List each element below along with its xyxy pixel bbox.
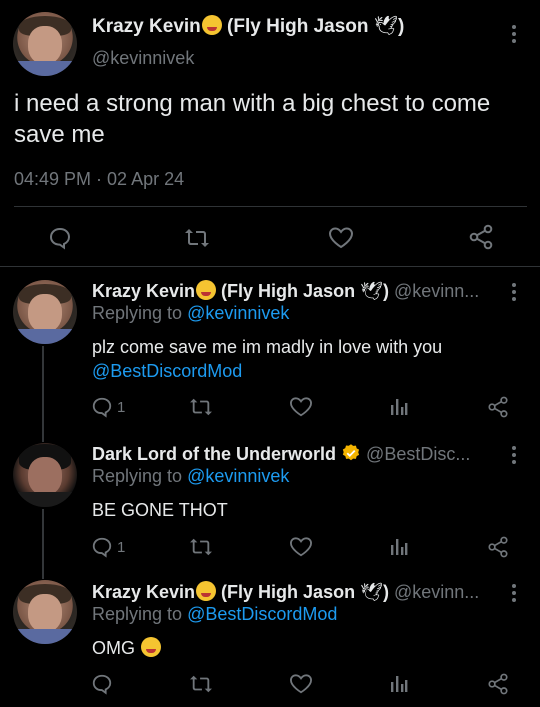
replying-prefix: Replying to bbox=[92, 604, 188, 624]
replying-to: Replying to @kevinnivek bbox=[92, 303, 289, 324]
reply-text-body: plz come save me im madly in love with y… bbox=[92, 337, 443, 357]
like-icon[interactable] bbox=[289, 536, 313, 558]
main-timestamp: 04:49 PM · 02 Apr 24 bbox=[14, 169, 185, 189]
main-display-name[interactable]: Krazy Kevin (Fly High Jason 🕊) bbox=[92, 14, 404, 38]
retweet-icon[interactable] bbox=[189, 536, 213, 558]
thread-line bbox=[42, 509, 44, 579]
like-icon[interactable] bbox=[289, 396, 313, 418]
like-icon[interactable] bbox=[328, 226, 354, 250]
retweet-icon[interactable] bbox=[184, 226, 210, 250]
views-icon[interactable] bbox=[389, 537, 409, 557]
reply-name-suffix: (Fly High Jason bbox=[216, 582, 356, 602]
views-icon[interactable] bbox=[389, 397, 409, 417]
main-avatar[interactable] bbox=[13, 12, 77, 76]
reply-display-name[interactable]: Dark Lord of the Underworld @BestDisc... bbox=[92, 443, 470, 465]
dove-icon: 🕊 bbox=[360, 582, 383, 602]
reply-name-text: Dark Lord of the Underworld bbox=[92, 444, 337, 464]
reply-text: BE GONE THOT bbox=[92, 500, 228, 520]
more-icon[interactable] bbox=[512, 446, 516, 467]
replying-to-link[interactable]: @kevinnivek bbox=[187, 303, 289, 323]
share-icon[interactable] bbox=[487, 673, 509, 695]
reply-name-close: ) bbox=[382, 582, 389, 602]
reply-icon[interactable] bbox=[48, 226, 72, 250]
share-icon[interactable] bbox=[487, 536, 509, 558]
reply-display-name[interactable]: Krazy Kevin (Fly High Jason 🕊) @kevinn..… bbox=[92, 280, 479, 302]
main-name-close: ) bbox=[397, 16, 405, 37]
retweet-icon[interactable] bbox=[189, 673, 213, 695]
reply-avatar[interactable] bbox=[13, 280, 77, 344]
replying-to: Replying to @BestDiscordMod bbox=[92, 604, 337, 625]
share-icon[interactable] bbox=[487, 396, 509, 418]
views-icon[interactable] bbox=[389, 674, 409, 694]
reply-text: OMG bbox=[92, 636, 512, 660]
reply-display-name[interactable]: Krazy Kevin (Fly High Jason 🕊) @kevinn..… bbox=[92, 581, 479, 603]
main-name-suffix: (Fly High Jason bbox=[221, 16, 369, 37]
like-icon[interactable] bbox=[289, 673, 313, 695]
reply-handle[interactable]: @BestDisc... bbox=[366, 444, 470, 464]
reply-text-body: OMG bbox=[92, 638, 135, 658]
reply-avatar[interactable] bbox=[13, 580, 77, 644]
reply-text: plz come save me im madly in love with y… bbox=[92, 335, 512, 383]
reply-count: 1 bbox=[117, 399, 126, 416]
dove-icon: 🕊 bbox=[360, 281, 383, 301]
crying-emoji-icon bbox=[141, 637, 162, 657]
mention-link[interactable]: @BestDiscordMod bbox=[92, 359, 512, 383]
emoji-icon bbox=[196, 581, 217, 601]
main-handle[interactable]: @kevinnivek bbox=[92, 48, 194, 69]
reply-handle[interactable]: @kevinn... bbox=[394, 582, 479, 602]
reply-count: 1 bbox=[117, 539, 126, 556]
dove-icon: 🕊 bbox=[373, 16, 398, 37]
more-icon[interactable] bbox=[512, 584, 516, 605]
main-tweet-text: i need a strong man with a big chest to … bbox=[14, 90, 491, 148]
replying-prefix: Replying to bbox=[92, 466, 188, 486]
retweet-icon[interactable] bbox=[189, 396, 213, 418]
reply-icon[interactable] bbox=[91, 396, 113, 418]
emoji-icon bbox=[201, 15, 222, 35]
replying-prefix: Replying to bbox=[92, 303, 188, 323]
reply-name-text: Krazy Kevin bbox=[92, 281, 196, 301]
reply-name-suffix: (Fly High Jason bbox=[216, 281, 356, 301]
more-icon[interactable] bbox=[512, 25, 516, 46]
divider bbox=[14, 206, 527, 207]
reply-name-text: Krazy Kevin bbox=[92, 582, 196, 602]
share-icon[interactable] bbox=[468, 224, 494, 250]
reply-icon[interactable] bbox=[91, 536, 113, 558]
reply-name-close: ) bbox=[382, 281, 389, 301]
reply-handle[interactable]: @kevinn... bbox=[394, 281, 479, 301]
more-icon[interactable] bbox=[512, 283, 516, 304]
emoji-icon bbox=[196, 280, 217, 300]
reply-icon[interactable] bbox=[91, 673, 113, 695]
replying-to: Replying to @kevinnivek bbox=[92, 466, 289, 487]
replying-to-link[interactable]: @BestDiscordMod bbox=[187, 604, 337, 624]
reply-avatar[interactable] bbox=[13, 443, 77, 507]
replying-to-link[interactable]: @kevinnivek bbox=[187, 466, 289, 486]
thread-line bbox=[42, 346, 44, 442]
verified-icon bbox=[342, 444, 360, 461]
divider bbox=[0, 266, 540, 267]
main-name-text: Krazy Kevin bbox=[92, 16, 201, 37]
